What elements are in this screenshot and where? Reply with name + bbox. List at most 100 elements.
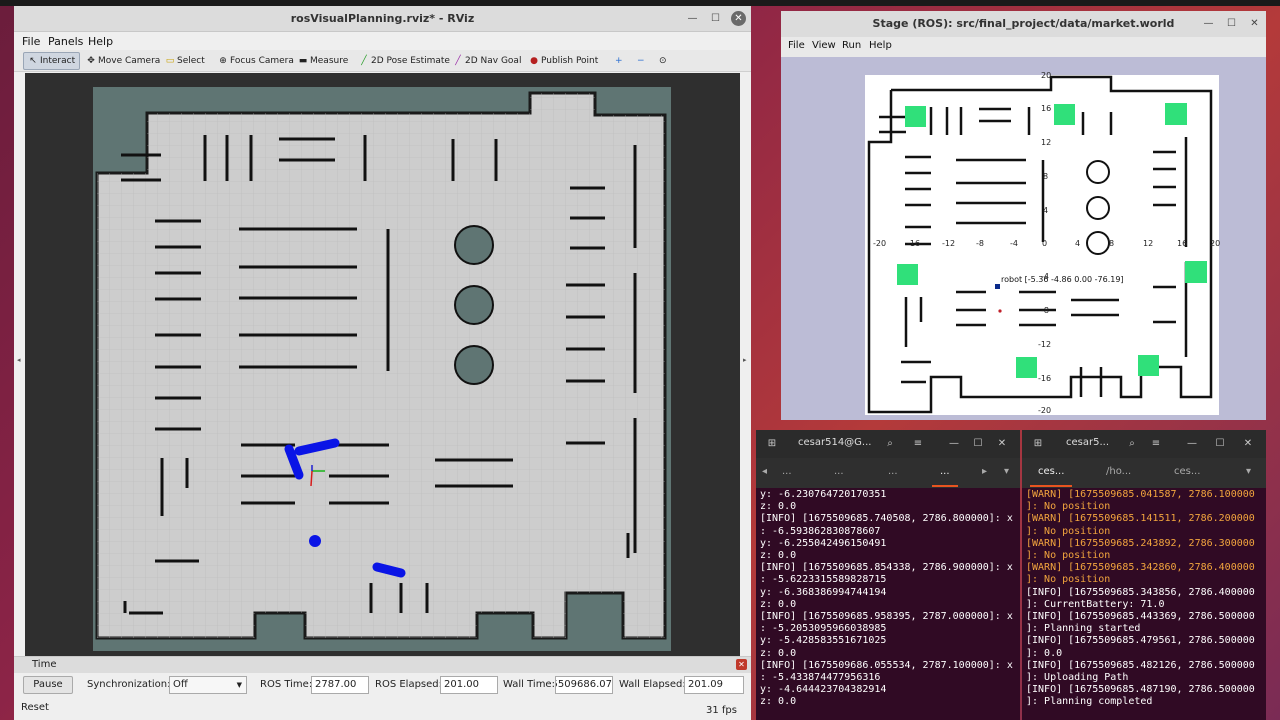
minimize-icon[interactable]: — [1201,16,1216,31]
minimize-icon[interactable]: — [946,436,962,452]
menu-help[interactable]: Help [88,35,113,48]
stage-map: -20 -16 -12 -8 -4 0 4 8 12 16 20 20 16 1… [865,71,1220,415]
ros-elapsed-field[interactable]: 201.00 [440,676,498,694]
tool-publish-point[interactable]: ● Publish Point [525,52,602,70]
axis-x-label: -20 [873,239,886,248]
tool-2d-nav-goal[interactable]: ╱ 2D Nav Goal [449,52,525,70]
terminal-line: y: -6.255042496150491 [760,537,887,549]
tool-focus-camera[interactable]: ⊕ Focus Camera [214,52,298,70]
wall-elapsed-field[interactable]: 201.09 [684,676,744,694]
close-icon[interactable]: ✕ [1247,16,1262,31]
stage-world-view[interactable]: -20 -16 -12 -8 -4 0 4 8 12 16 20 20 16 1… [781,57,1266,420]
menu-run[interactable]: Run [842,40,861,51]
terminal-tab[interactable]: /ho... [1106,466,1131,477]
menu-help[interactable]: Help [869,40,892,51]
pin-icon: ● [530,56,538,66]
tool-label: Focus Camera [230,56,294,66]
maximize-icon[interactable]: ☐ [1212,436,1228,452]
tab-list-chevron-icon[interactable]: ▾ [1246,466,1251,477]
maximize-icon[interactable]: ☐ [970,436,986,452]
terminal-right-output[interactable]: [WARN] [1675509685.041587, 2786.100000]:… [1026,489,1264,709]
close-panel-icon[interactable]: ✕ [736,659,747,670]
terminal-tab-active[interactable]: ... [932,466,957,487]
terminal-tab[interactable]: ... [888,466,898,477]
maximize-icon[interactable]: ☐ [708,11,723,26]
tf-axis-y [310,470,313,487]
terminal-line: y: -6.368386994744194 [760,586,887,598]
axis-y-label: -20 [1038,406,1051,415]
terminal-line: : -6.593862830878607 [760,525,881,537]
tool-properties-icon[interactable]: ⊙ [655,52,671,70]
terminal-tab[interactable]: ... [834,466,844,477]
terminal-left-output[interactable]: y: -6.230764720170351 z: 0.0 [INFO] [16755… [760,489,1018,709]
wall-time-label: Wall Time: [503,679,555,690]
tab-scroll-left-icon[interactable]: ◂ [762,466,767,477]
close-icon[interactable]: ✕ [1240,436,1256,452]
tool-label: 2D Nav Goal [465,56,522,66]
terminal-line: [INFO] [1675509685.343856, 2786.400000 [1026,586,1255,598]
axis-x-label: 12 [1143,239,1153,248]
occupancy-map [25,73,740,656]
minimize-icon[interactable]: — [685,11,700,26]
sync-select[interactable]: Off ▼ [169,676,247,694]
tool-select[interactable]: ▭ Select [161,52,209,70]
terminal-line: ]: 0.0 [1026,647,1063,659]
cursor-icon: ↖ [29,56,37,66]
tab-scroll-right-icon[interactable]: ▸ [982,466,987,477]
terminal-line: z: 0.0 [760,550,797,562]
close-icon[interactable]: ✕ [994,436,1010,452]
menu-view[interactable]: View [812,40,836,51]
rviz-3d-view[interactable] [25,73,740,656]
tool-measure[interactable]: ▬ Measure [294,52,352,70]
tab-list-chevron-icon[interactable]: ▾ [1004,466,1009,477]
menu-panels[interactable]: Panels [48,35,83,48]
new-tab-icon[interactable]: ⊞ [1030,436,1046,452]
sync-value: Off [173,679,188,690]
tool-move-camera[interactable]: ✥ Move Camera [82,52,164,70]
axis-x-label: 0 [1042,239,1047,248]
new-tab-icon[interactable]: ⊞ [764,436,780,452]
add-tool-icon[interactable]: + [611,52,627,70]
terminal-line: [INFO] [1675509686.055534, 2787.100000]:… [760,659,1013,671]
close-icon[interactable]: ✕ [731,11,746,26]
rviz-window: rosVisualPlanning.rviz* - RViz — ☐ ✕ Fil… [14,6,751,720]
wall-time-field[interactable]: 5509686.07 [555,676,613,694]
tool-label: Interact [40,56,76,66]
axis-x-label: -4 [1010,239,1018,248]
menu-file[interactable]: File [22,35,40,48]
tool-2d-pose-estimate[interactable]: ╱ 2D Pose Estimate [355,52,454,70]
remove-tool-icon[interactable]: − [633,52,649,70]
menu-file[interactable]: File [788,40,805,51]
focus-icon: ⊕ [219,56,227,66]
terminal-line: ]: No position [1026,550,1111,562]
rviz-titlebar: rosVisualPlanning.rviz* - RViz — ☐ ✕ [14,6,751,32]
terminal-left-tabs: ◂ ... ... ... ... ▸ ▾ [756,458,1020,488]
terminal-line: ]: No position [1026,574,1111,586]
pause-button[interactable]: Pause [23,676,73,694]
minimize-icon[interactable]: — [1184,436,1200,452]
terminal-tab-active[interactable]: ces... [1029,466,1073,487]
right-dock-arrow-icon[interactable]: ▸ [743,356,747,364]
ros-time-field[interactable]: 2787.00 [311,676,369,694]
ros-time-label: ROS Time: [260,679,313,690]
terminal-tab[interactable]: ces... [1174,466,1200,477]
terminal-line: [INFO] [1675509685.479561, 2786.500000 [1026,635,1255,647]
rviz-toolbar: ↖ Interact ✥ Move Camera ▭ Select ⊕ Focus Ca… [14,50,751,72]
left-dock-arrow-icon[interactable]: ◂ [17,356,21,364]
maximize-icon[interactable]: ☐ [1224,16,1239,31]
hamburger-menu-icon[interactable]: ≡ [910,436,926,452]
move-icon: ✥ [87,56,95,66]
search-icon[interactable]: ⌕ [882,436,898,452]
terminal-line: z: 0.0 [760,501,797,513]
reset-button[interactable]: Reset [18,700,52,718]
terminal-line: ]: Uploading Path [1026,672,1129,684]
hamburger-menu-icon[interactable]: ≡ [1148,436,1164,452]
tool-interact[interactable]: ↖ Interact [23,52,81,70]
terminal-right-title: cesar5... [1066,437,1109,448]
terminal-line: [INFO] [1675509685.443369, 2786.500000 [1026,611,1255,623]
time-panel-title: Time [32,659,57,670]
terminal-line: [INFO] [1675509685.740508, 2786.800000]:… [760,513,1013,525]
search-icon[interactable]: ⌕ [1124,436,1140,452]
terminal-tab[interactable]: ... [782,466,792,477]
terminal-left-title: cesar514@G... [798,437,872,448]
